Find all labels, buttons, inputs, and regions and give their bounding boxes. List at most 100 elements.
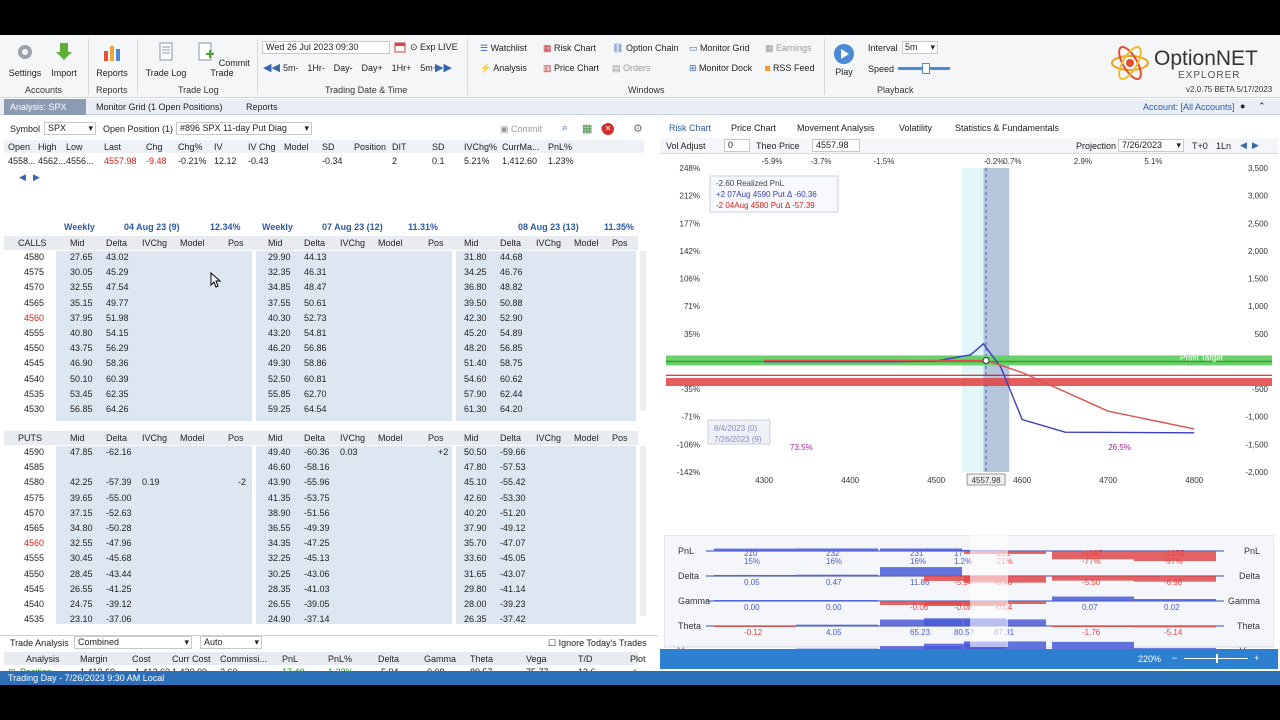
step-1hr-back[interactable]: 1Hr- bbox=[307, 63, 325, 73]
vol-adjust-input[interactable]: 0 bbox=[724, 139, 750, 152]
call-cell[interactable]: 58.75 bbox=[500, 358, 523, 368]
put-cell[interactable]: 47.80 bbox=[464, 462, 487, 472]
column-header[interactable]: Pos bbox=[228, 238, 244, 248]
column-header[interactable]: Pos bbox=[428, 433, 444, 443]
call-cell[interactable]: 56.86 bbox=[304, 343, 327, 353]
put-cell[interactable]: 33.60 bbox=[464, 553, 487, 563]
column-header[interactable]: IVChg bbox=[340, 238, 365, 248]
put-cell[interactable]: 26.35 bbox=[464, 614, 487, 624]
call-cell[interactable]: 34.25 bbox=[464, 267, 487, 277]
quote-col-header[interactable]: Last bbox=[104, 142, 121, 152]
put-cell[interactable]: -62.16 bbox=[106, 447, 132, 457]
call-cell[interactable]: 45.20 bbox=[464, 328, 487, 338]
call-cell[interactable]: 62.44 bbox=[500, 389, 523, 399]
call-cell[interactable]: 59.25 bbox=[268, 404, 291, 414]
call-cell[interactable]: 50.10 bbox=[70, 374, 93, 384]
put-cell[interactable]: -51.20 bbox=[500, 508, 526, 518]
call-cell[interactable]: 51.98 bbox=[106, 313, 129, 323]
ta-col-header[interactable]: Plot bbox=[630, 654, 646, 664]
put-cell[interactable]: -47.25 bbox=[304, 538, 330, 548]
expiry-date[interactable]: 04 Aug 23 (9) bbox=[124, 222, 180, 232]
put-cell[interactable]: 28.45 bbox=[70, 569, 93, 579]
put-cell[interactable]: -43.07 bbox=[500, 569, 526, 579]
put-cell[interactable]: 50.50 bbox=[464, 447, 487, 457]
rss-feed-button[interactable]: ◙ RSS Feed bbox=[765, 63, 814, 73]
call-cell[interactable]: 36.80 bbox=[464, 282, 487, 292]
quote-col-header[interactable]: DIT bbox=[392, 142, 407, 152]
put-cell[interactable]: 28.35 bbox=[268, 584, 291, 594]
column-header[interactable]: Delta bbox=[500, 433, 521, 443]
call-cell[interactable]: 54.89 bbox=[500, 328, 523, 338]
put-cell[interactable]: 31.65 bbox=[464, 569, 487, 579]
put-cell[interactable]: -59.66 bbox=[500, 447, 526, 457]
right-tab[interactable]: Risk Chart bbox=[666, 123, 714, 133]
ta-col-header[interactable]: Delta bbox=[378, 654, 399, 664]
monitor-grid-button[interactable]: ▭ Monitor Grid bbox=[689, 43, 750, 54]
put-cell[interactable]: 39.65 bbox=[70, 493, 93, 503]
column-header[interactable]: Pos bbox=[612, 238, 628, 248]
put-cell[interactable]: 42.60 bbox=[464, 493, 487, 503]
put-cell[interactable]: -39.23 bbox=[500, 599, 526, 609]
play-button[interactable]: Play bbox=[830, 43, 858, 77]
call-cell[interactable]: 60.62 bbox=[500, 374, 523, 384]
call-cell[interactable]: 37.95 bbox=[70, 313, 93, 323]
call-cell[interactable]: 56.85 bbox=[500, 343, 523, 353]
call-cell[interactable]: 50.61 bbox=[304, 298, 327, 308]
put-cell[interactable]: 40.20 bbox=[464, 508, 487, 518]
call-cell[interactable]: 52.73 bbox=[304, 313, 327, 323]
call-cell[interactable]: 46.20 bbox=[268, 343, 291, 353]
put-cell[interactable]: -37.14 bbox=[304, 614, 330, 624]
right-tab[interactable]: Price Chart bbox=[728, 123, 779, 133]
reports-button[interactable]: Reports bbox=[93, 41, 131, 78]
column-header[interactable]: Mid bbox=[268, 433, 283, 443]
monitor-dock-button[interactable]: ⊞ Monitor Dock bbox=[689, 63, 752, 74]
column-header[interactable]: Mid bbox=[70, 433, 85, 443]
theo-price-input[interactable]: 4557.98 bbox=[812, 139, 860, 152]
put-cell[interactable]: -53.75 bbox=[304, 493, 330, 503]
put-cell[interactable]: 26.55 bbox=[70, 584, 93, 594]
put-cell[interactable]: 30.25 bbox=[268, 569, 291, 579]
put-cell[interactable]: 0.19 bbox=[142, 477, 160, 487]
ta-col-header[interactable]: PnL bbox=[282, 654, 298, 664]
call-cell[interactable]: 51.40 bbox=[464, 358, 487, 368]
chevron-up-icon[interactable]: ⌃ bbox=[1258, 101, 1266, 112]
quote-col-header[interactable]: SD bbox=[322, 142, 335, 152]
put-cell[interactable]: 46.60 bbox=[268, 462, 291, 472]
quote-col-header[interactable]: IV bbox=[214, 142, 223, 152]
put-cell[interactable]: 24.75 bbox=[70, 599, 93, 609]
ta-col-header[interactable]: Analysis bbox=[26, 654, 60, 664]
column-header[interactable]: Pos bbox=[228, 433, 244, 443]
column-header[interactable]: Pos bbox=[612, 433, 628, 443]
prev-date-icon[interactable]: ◀ bbox=[1240, 140, 1247, 151]
put-cell[interactable]: -43.44 bbox=[106, 569, 132, 579]
put-cell[interactable]: -45.68 bbox=[106, 553, 132, 563]
put-cell[interactable]: -58.16 bbox=[304, 462, 330, 472]
call-cell[interactable]: 60.81 bbox=[304, 374, 327, 384]
call-cell[interactable]: 40.30 bbox=[268, 313, 291, 323]
settings-button[interactable]: Settings bbox=[8, 41, 42, 78]
put-cell[interactable]: -55.96 bbox=[304, 477, 330, 487]
current-price-marker[interactable] bbox=[982, 357, 990, 365]
column-header[interactable]: IVChg bbox=[536, 433, 561, 443]
column-header[interactable]: Delta bbox=[304, 433, 325, 443]
call-cell[interactable]: 46.76 bbox=[500, 267, 523, 277]
put-cell[interactable]: +2 bbox=[438, 447, 448, 457]
column-header[interactable]: Model bbox=[378, 433, 403, 443]
step-1hr-fwd[interactable]: 1Hr+ bbox=[392, 63, 412, 73]
call-cell[interactable]: 48.82 bbox=[500, 282, 523, 292]
call-cell[interactable]: 64.20 bbox=[500, 404, 523, 414]
column-header[interactable]: Model bbox=[180, 433, 205, 443]
put-cell[interactable]: -43.06 bbox=[304, 569, 330, 579]
quote-col-header[interactable]: PnL% bbox=[548, 142, 572, 152]
call-cell[interactable]: 48.47 bbox=[304, 282, 327, 292]
call-cell[interactable]: 29.90 bbox=[268, 252, 291, 262]
put-cell[interactable]: -49.12 bbox=[500, 523, 526, 533]
commit-trade-button[interactable]: Commit Trade bbox=[193, 41, 251, 78]
call-cell[interactable]: 52.90 bbox=[500, 313, 523, 323]
column-header[interactable]: Delta bbox=[106, 238, 127, 248]
quote-col-header[interactable]: Chg bbox=[146, 142, 163, 152]
option-chain-button[interactable]: ⛓ Option Chain bbox=[612, 43, 678, 54]
zoom-in-icon[interactable]: + bbox=[1254, 653, 1259, 663]
call-cell[interactable]: 42.30 bbox=[464, 313, 487, 323]
call-cell[interactable]: 31.80 bbox=[464, 252, 487, 262]
